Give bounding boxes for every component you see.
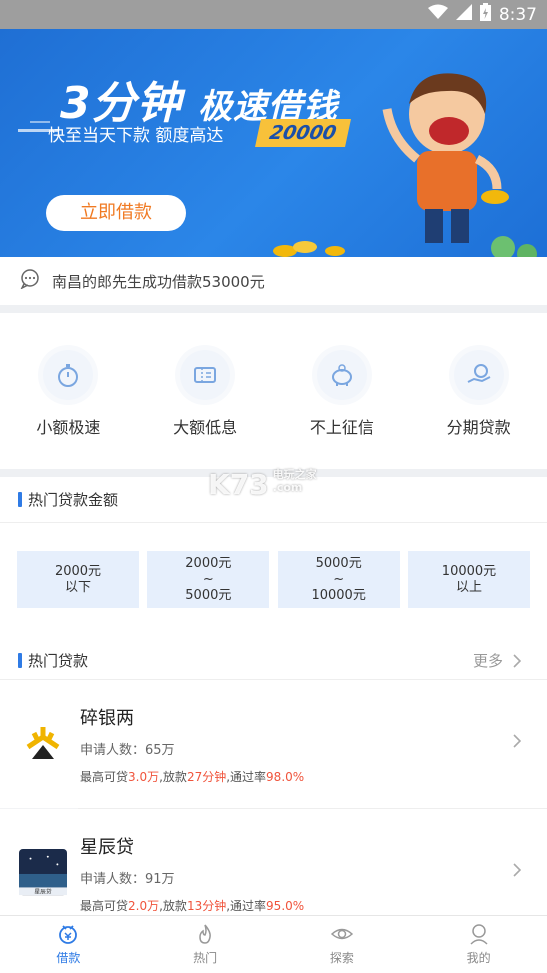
feature-installment[interactable]: 分期贷款 [424, 350, 534, 438]
more-label: 更多 [472, 652, 503, 670]
section-title: 热门贷款金额 [28, 491, 119, 509]
ticket-icon [180, 350, 231, 400]
loan-name: 碎银两 [80, 708, 134, 729]
loan-notice-bar: 南昌的郎先生成功借款53000元 [0, 257, 547, 305]
feature-no-credit-check[interactable]: 不上征信 [287, 350, 397, 438]
stat-value: 3.0万 [128, 770, 160, 784]
amount-options: 2000元 以下 2000元 ~ 5000元 5000元 ~ 10000元 10… [0, 523, 547, 634]
feature-label: 大额低息 [173, 418, 238, 437]
amount-line: 以上 [455, 579, 482, 595]
user-icon [470, 924, 488, 945]
amount-line: 2000元 [54, 563, 102, 579]
divider [0, 305, 547, 313]
section-title: 热门贷款 [28, 652, 89, 670]
section-marker [18, 653, 22, 668]
stat-value: 98.0% [266, 770, 305, 784]
stat-value: 95.0% [266, 899, 305, 913]
amount-line: ~ [202, 571, 214, 587]
amount-line: 5000元 [315, 555, 362, 571]
stat-value: 2.0万 [128, 899, 160, 913]
amount-line: 2000元 [185, 555, 232, 571]
amount-line: 10000元 [311, 587, 366, 603]
chevron-right-icon [513, 653, 521, 668]
coins-illustration [273, 241, 345, 257]
stat-text: 最高可贷 [80, 899, 129, 913]
bottom-tab-bar: 借款 热门 探索 我的 [0, 915, 547, 973]
status-bar: 8:37 [0, 0, 547, 29]
tab-explore[interactable]: 探索 [302, 923, 382, 966]
amount-option-3[interactable]: 5000元 ~ 10000元 [277, 551, 400, 608]
hot-loans-header: 热门贷款 更多 [0, 634, 547, 680]
promo-banner[interactable]: 3分钟 极速借钱 快至当天下款 额度高达 20000 立即借款 [0, 29, 547, 257]
tab-label: 探索 [329, 951, 354, 965]
stat-text: ,放款 [159, 899, 187, 913]
tab-hot[interactable]: 热门 [165, 923, 245, 966]
watermark-line: 电玩之家 [272, 468, 317, 481]
notice-text: 南昌的郎先生成功借款53000元 [52, 272, 265, 291]
feature-small-fast[interactable]: 小额极速 [13, 350, 123, 438]
piggy-bank-icon [316, 350, 367, 400]
loan-applicants: 申请人数：91万 [80, 872, 175, 887]
loan-stats: 最高可贷3.0万,放款27分钟,通过率98.0% [80, 768, 304, 785]
watermark-line: .com [272, 481, 303, 494]
amount-option-4[interactable]: 10000元 以上 [407, 551, 530, 608]
tab-label: 我的 [466, 951, 491, 965]
hand-coin-icon [453, 350, 504, 400]
chevron-right-icon [513, 863, 521, 877]
loan-icon [59, 925, 78, 944]
feature-grid: 小额极速 大额低息 不上征信 分期贷款 [0, 313, 547, 469]
message-icon [20, 269, 40, 293]
suiyinliang-logo [26, 727, 60, 759]
borrow-now-button[interactable]: 立即借款 [46, 195, 186, 231]
cartoon-man-illustration [382, 73, 509, 243]
feature-label: 分期贷款 [446, 418, 511, 437]
battery-icon [479, 3, 491, 26]
stat-text: ,放款 [159, 770, 187, 784]
loan-applicants: 申请人数：65万 [80, 743, 175, 758]
status-time: 8:37 [498, 4, 537, 25]
loan-item[interactable]: 碎银两 申请人数：65万 最高可贷3.0万,放款27分钟,通过率98.0% [0, 680, 547, 808]
feature-label: 不上征信 [309, 418, 374, 437]
tab-label: 借款 [56, 951, 81, 965]
trees-illustration [491, 236, 537, 257]
loan-stats: 最高可贷2.0万,放款13分钟,通过率95.0% [80, 897, 304, 914]
feature-label: 小额极速 [36, 418, 101, 437]
amount-line: ~ [333, 571, 345, 587]
more-link[interactable]: 更多 [473, 650, 521, 671]
stat-value: 13分钟 [186, 899, 227, 913]
amount-option-1[interactable]: 2000元 以下 [17, 551, 139, 608]
tab-mine[interactable]: 我的 [439, 923, 519, 966]
signal-icon [455, 4, 472, 25]
section-marker [18, 492, 22, 507]
tab-loan[interactable]: 借款 [28, 923, 108, 966]
stat-text: ,通过率 [226, 899, 267, 913]
amount-line: 5000元 [185, 587, 232, 603]
watermark-brand: K73 [208, 468, 269, 501]
site-watermark: K73 电玩之家 .com [208, 468, 317, 501]
stat-text: ,通过率 [226, 770, 267, 784]
tab-label: 热门 [193, 951, 218, 965]
stat-value: 27分钟 [186, 770, 227, 784]
amount-line: 以下 [64, 579, 91, 595]
chevron-right-icon [513, 734, 521, 748]
speed-line [30, 121, 50, 123]
banner-amount: 20000 [255, 119, 351, 147]
wifi-icon [427, 4, 448, 25]
flame-icon [199, 924, 212, 944]
xingchendai-logo-text: 星辰贷 [34, 888, 51, 896]
amount-line: 10000元 [441, 563, 497, 579]
amount-option-2[interactable]: 2000元 ~ 5000元 [147, 551, 270, 608]
feature-large-low-interest[interactable]: 大额低息 [150, 350, 260, 438]
stopwatch-icon [43, 350, 94, 400]
loan-name: 星辰贷 [80, 837, 134, 858]
xingchendai-logo: 星辰贷 [19, 849, 67, 896]
eye-icon [330, 928, 353, 940]
banner-subtitle: 快至当天下款 额度高达 [48, 126, 224, 146]
stat-text: 最高可贷 [80, 770, 129, 784]
